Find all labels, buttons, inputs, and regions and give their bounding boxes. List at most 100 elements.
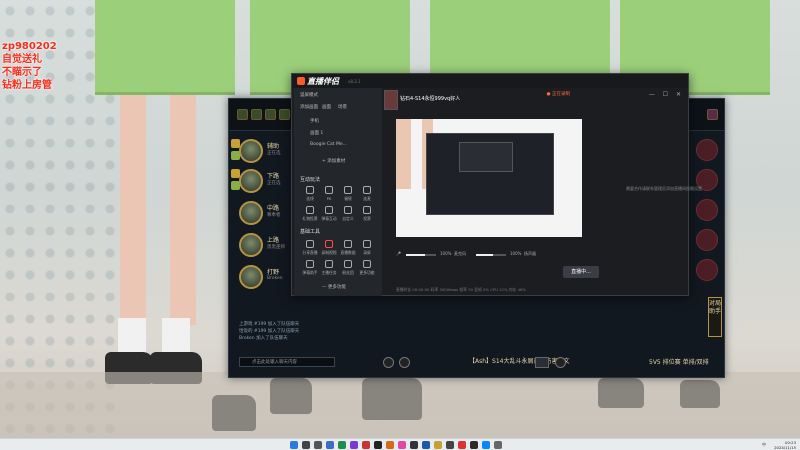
tray-ime[interactable]: 中 bbox=[762, 442, 766, 448]
edit-icon[interactable] bbox=[399, 357, 410, 368]
mic-slider[interactable] bbox=[406, 254, 436, 256]
hero-icon[interactable] bbox=[265, 109, 276, 120]
tool-button[interactable]: 粉丝团 bbox=[340, 260, 356, 276]
game-bottom-bar: 【Ash】S14大乱斗永屑高，伤害符文 5V5 排位赛 单排/双排 bbox=[379, 351, 709, 377]
app-icon[interactable] bbox=[422, 441, 430, 449]
source-item[interactable]: Boogie Cat Me... bbox=[310, 142, 347, 147]
timer-icon[interactable] bbox=[555, 357, 566, 368]
hero-icon[interactable] bbox=[237, 109, 248, 120]
source-tab[interactable]: 场景 bbox=[338, 104, 347, 110]
tool-button[interactable]: 自定义 bbox=[340, 206, 356, 222]
stream-left-panel: 竖屏模式 添加画面 画面 场景 手机 画面 1 Boogie Cat Me...… bbox=[294, 88, 382, 296]
app-icon[interactable] bbox=[446, 441, 454, 449]
roster-sub: 尊奉者 bbox=[267, 213, 281, 218]
tool-icon bbox=[363, 260, 371, 268]
app-icon[interactable] bbox=[410, 441, 418, 449]
tool-icon bbox=[325, 206, 333, 214]
tool-button[interactable]: 录屏 bbox=[359, 240, 375, 256]
add-icon[interactable] bbox=[383, 357, 394, 368]
tool-icon bbox=[306, 206, 314, 214]
tool-button[interactable]: 录制视频 bbox=[321, 240, 337, 256]
source-tab[interactable]: 添加画面 bbox=[300, 104, 318, 110]
app-icon[interactable] bbox=[386, 441, 394, 449]
roster-sub: 正在选 bbox=[267, 181, 281, 186]
add-source-button[interactable]: + 添加素材 bbox=[322, 158, 345, 164]
speaker-slider[interactable] bbox=[476, 254, 506, 256]
tool-label: PK bbox=[326, 196, 332, 201]
tool-icon bbox=[363, 186, 371, 194]
windows-taskbar: 中 00:23 2024/11/15 bbox=[0, 438, 800, 450]
record-icon bbox=[325, 240, 333, 248]
app-icon[interactable] bbox=[398, 441, 406, 449]
tool-button[interactable]: 投票 bbox=[359, 206, 375, 222]
preview-nested-window bbox=[459, 142, 513, 172]
app-icon[interactable] bbox=[470, 441, 478, 449]
tool-icon bbox=[344, 206, 352, 214]
source-item[interactable]: 画面 1 bbox=[310, 130, 323, 136]
roster-role: 中路 bbox=[267, 205, 280, 212]
app-icon[interactable] bbox=[374, 441, 382, 449]
app-icon[interactable] bbox=[434, 441, 442, 449]
tool-button[interactable]: 连线 bbox=[302, 186, 318, 202]
overlay-line: 不瞄示了 bbox=[2, 67, 42, 78]
tool-button[interactable]: 礼物投票 bbox=[302, 206, 318, 222]
stream-title-input[interactable]: 钻石4-S14永恒999vq好人 bbox=[400, 95, 460, 102]
speaker-label: 扬声器 bbox=[524, 251, 536, 256]
stream-titlebar: 直播伴侣 v8.3.1 bbox=[292, 74, 688, 88]
app-icon[interactable] bbox=[494, 441, 502, 449]
tool-label: 连线 bbox=[306, 196, 314, 201]
app-icon[interactable] bbox=[458, 441, 466, 449]
mic-icon[interactable]: 🎤 bbox=[396, 251, 401, 256]
taskbar-clock[interactable]: 00:23 2024/11/15 bbox=[774, 440, 796, 450]
go-live-button[interactable]: 直播中... bbox=[563, 266, 599, 278]
tool-icon bbox=[344, 260, 352, 268]
tool-button[interactable]: 分享直播 bbox=[302, 240, 318, 256]
emote-icon[interactable] bbox=[535, 357, 549, 368]
tool-button[interactable]: 弹幕互动 bbox=[321, 206, 337, 222]
window-controls[interactable]: — ☐ ✕ bbox=[649, 91, 684, 98]
tool-button[interactable]: 直播数据 bbox=[340, 240, 356, 256]
tool-icon bbox=[363, 240, 371, 248]
app-icon[interactable] bbox=[482, 441, 490, 449]
tool-button[interactable]: 弹幕助手 bbox=[302, 260, 318, 276]
tool-label: 录屏 bbox=[363, 250, 371, 255]
start-icon[interactable] bbox=[290, 441, 298, 449]
search-icon[interactable] bbox=[302, 441, 310, 449]
overlay-line: zp980202 bbox=[2, 41, 57, 52]
stream-overlay-text: zp980202 自觉送礼 不瞄示了 钻粉上房管 bbox=[2, 40, 57, 92]
queue-mode-title: 5V5 bbox=[649, 359, 661, 366]
tool-label: 主播任务 bbox=[321, 270, 337, 275]
tool-button[interactable]: 主播任务 bbox=[321, 260, 337, 276]
task-view-icon[interactable] bbox=[314, 441, 322, 449]
tool-icon bbox=[306, 260, 314, 268]
orientation-dropdown[interactable]: 竖屏模式 bbox=[300, 92, 318, 98]
more-features-button[interactable]: — 更多功能 bbox=[322, 284, 346, 290]
app-icon[interactable] bbox=[362, 441, 370, 449]
enemy-portrait bbox=[696, 139, 718, 161]
source-tab[interactable]: 画面 bbox=[322, 104, 331, 110]
tool-icon bbox=[344, 186, 352, 194]
app-version: v8.3.1 bbox=[348, 79, 361, 84]
app-icon[interactable] bbox=[350, 441, 358, 449]
streamer-avatar[interactable] bbox=[384, 90, 398, 110]
hero-icon[interactable] bbox=[279, 109, 290, 120]
tool-label: 礼物投票 bbox=[302, 216, 318, 221]
hero-icon[interactable] bbox=[707, 109, 718, 120]
tool-icon bbox=[344, 240, 352, 248]
chat-input[interactable]: 点击此处输入聊天内容 bbox=[239, 357, 335, 367]
tool-button[interactable]: 连麦 bbox=[359, 186, 375, 202]
source-item[interactable]: 手机 bbox=[310, 118, 319, 124]
match-assistant-button[interactable]: 对局助手 bbox=[708, 297, 722, 337]
roster-role: 下路 bbox=[267, 173, 280, 180]
tool-button[interactable]: 福袋 bbox=[340, 186, 356, 202]
app-icon[interactable] bbox=[338, 441, 346, 449]
app-icon[interactable] bbox=[326, 441, 334, 449]
wallpaper-leg bbox=[170, 95, 196, 325]
tool-button[interactable]: 更多功能 bbox=[359, 260, 375, 276]
hero-icon[interactable] bbox=[251, 109, 262, 120]
stream-stats: 直播时长 00:00:00 码率 3000kbps 帧率 30 丢帧 0% CP… bbox=[396, 287, 527, 292]
stream-preview[interactable] bbox=[396, 119, 582, 237]
recording-indicator[interactable]: ● 正在录制 bbox=[547, 91, 570, 97]
tool-button[interactable]: PK bbox=[321, 186, 337, 201]
roster-role: 打野 bbox=[267, 269, 280, 276]
